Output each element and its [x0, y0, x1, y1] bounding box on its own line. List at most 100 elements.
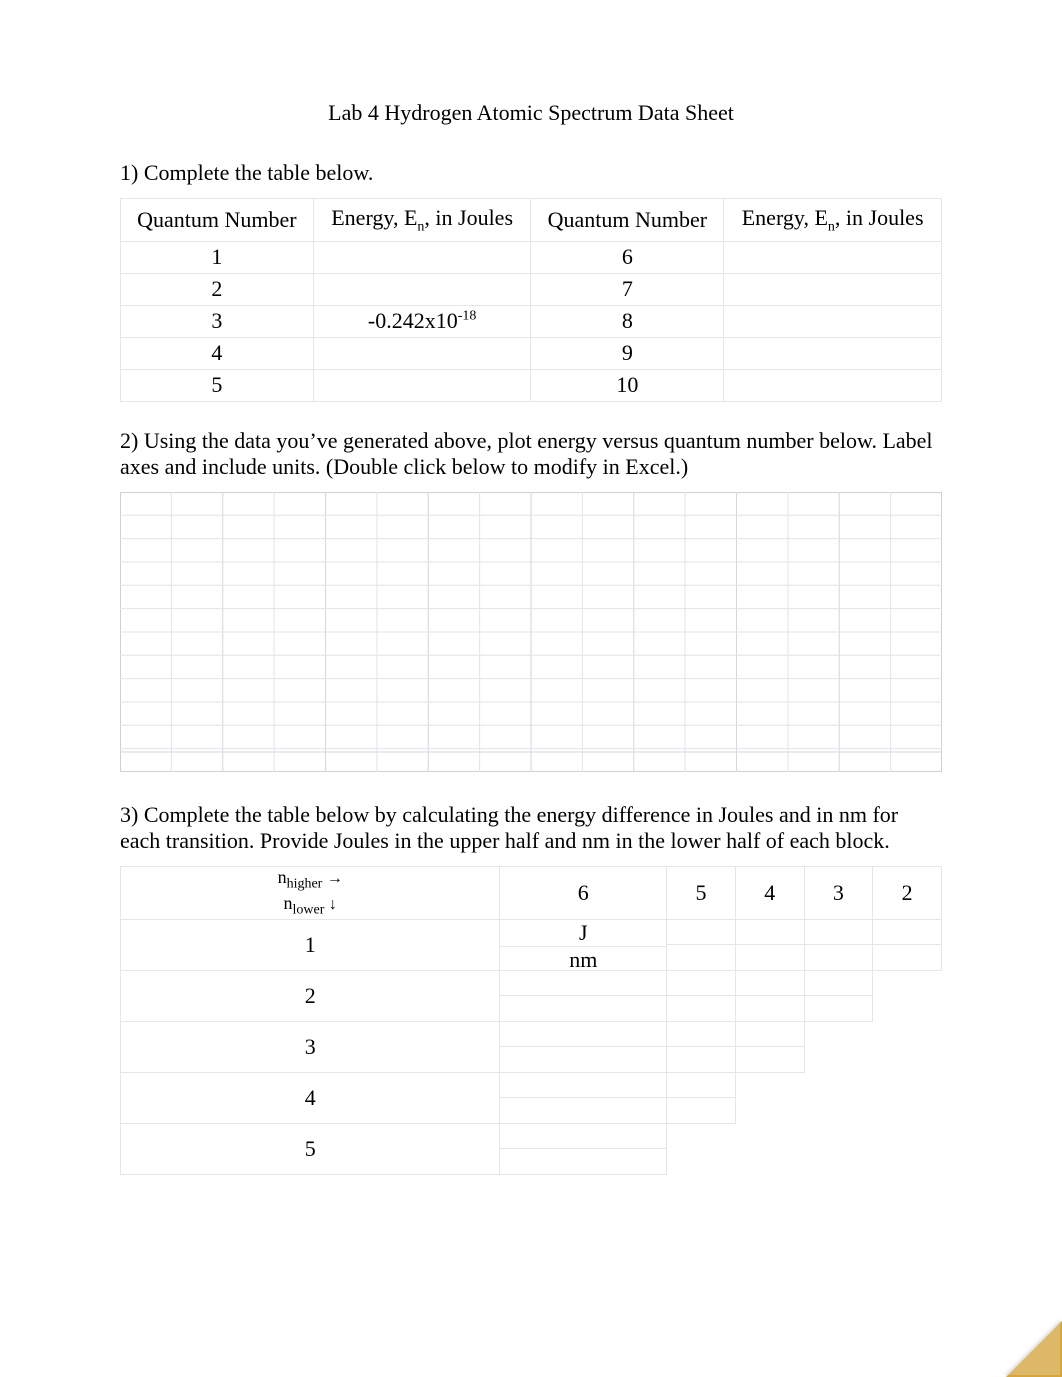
- page: Lab 4 Hydrogen Atomic Spectrum Data Shee…: [0, 0, 1062, 1377]
- chart-grid: [120, 492, 942, 772]
- transition-cell[interactable]: [667, 1021, 736, 1072]
- q2-prompt: 2) Using the data you’ve generated above…: [120, 428, 942, 480]
- n-higher-label-prefix: n: [278, 867, 287, 887]
- page-fold-icon: [1006, 1321, 1062, 1377]
- en-right[interactable]: [724, 242, 942, 274]
- q3-prompt: 3) Complete the table below by calculati…: [120, 802, 942, 854]
- cell-nm: [667, 1046, 735, 1072]
- cell-nm: [667, 1097, 735, 1123]
- transition-cell[interactable]: [500, 1021, 667, 1072]
- cell-nm: [805, 995, 873, 1021]
- row-header: 3: [121, 1021, 500, 1072]
- transition-cell[interactable]: [735, 919, 804, 970]
- transition-cell[interactable]: [667, 919, 736, 970]
- transition-cell[interactable]: [500, 1072, 667, 1123]
- qn-left[interactable]: 3: [121, 306, 314, 338]
- cell-joules: [500, 1073, 666, 1098]
- qn-left[interactable]: 5: [121, 370, 314, 402]
- col-header: 6: [500, 867, 667, 919]
- cell-joules: [736, 1022, 804, 1047]
- cell-nm: [667, 944, 735, 970]
- blank-cell: [873, 1072, 942, 1123]
- en-left[interactable]: [313, 274, 531, 306]
- q1-prompt: 1) Complete the table below.: [120, 160, 942, 186]
- energy-label-left-suffix: , in Joules: [424, 205, 513, 230]
- cell-nm: [500, 1097, 666, 1123]
- arrow-down-icon: ↓: [329, 896, 337, 913]
- transition-cell[interactable]: [804, 970, 873, 1021]
- cell-joules: [873, 920, 941, 945]
- transition-cell[interactable]: J nm: [500, 919, 667, 970]
- chart-placeholder[interactable]: [120, 492, 942, 772]
- transition-cell[interactable]: [804, 919, 873, 970]
- blank-cell: [804, 1123, 873, 1174]
- blank-cell: [735, 1123, 804, 1174]
- arrow-right-icon: →: [327, 870, 343, 887]
- cell-nm: [500, 995, 666, 1021]
- qn-right[interactable]: 6: [531, 242, 724, 274]
- cell-joules: [667, 1073, 735, 1098]
- transition-table: nhigher → nlower ↓ 6 5 4 3 2 1 J nm: [120, 866, 942, 1174]
- transition-cell[interactable]: [735, 970, 804, 1021]
- table-row: 4: [121, 1072, 942, 1123]
- cell-nm: [500, 1148, 666, 1174]
- transition-cell[interactable]: [500, 1123, 667, 1174]
- en-left[interactable]: [313, 370, 531, 402]
- cell-joules: [736, 971, 804, 996]
- transition-cell[interactable]: [873, 919, 942, 970]
- cell-joules: [500, 1022, 666, 1047]
- qn-right[interactable]: 9: [531, 338, 724, 370]
- n-higher-sub: higher: [287, 877, 323, 892]
- cell-nm: [805, 944, 873, 970]
- document-title: Lab 4 Hydrogen Atomic Spectrum Data Shee…: [120, 100, 942, 126]
- qn-left[interactable]: 2: [121, 274, 314, 306]
- energy-label-right-sub: n: [828, 219, 835, 234]
- cell-joules: [500, 1124, 666, 1149]
- table-row: 2 7: [121, 274, 942, 306]
- en-value-sup: -18: [458, 309, 477, 324]
- blank-cell: [804, 1072, 873, 1123]
- row-header: 5: [121, 1123, 500, 1174]
- blank-cell: [667, 1123, 736, 1174]
- cell-joules: [667, 1022, 735, 1047]
- en-right[interactable]: [724, 338, 942, 370]
- qn-right[interactable]: 8: [531, 306, 724, 338]
- cell-nm: [736, 995, 804, 1021]
- table-row: 4 9: [121, 338, 942, 370]
- blank-cell: [804, 1021, 873, 1072]
- transition-cell[interactable]: [667, 970, 736, 1021]
- blank-cell: [735, 1072, 804, 1123]
- en-left[interactable]: [313, 242, 531, 274]
- en-right[interactable]: [724, 306, 942, 338]
- qn-left[interactable]: 1: [121, 242, 314, 274]
- cell-joules: [667, 971, 735, 996]
- cell-joules: [736, 920, 804, 945]
- qn-right[interactable]: 7: [531, 274, 724, 306]
- cell-nm: [736, 944, 804, 970]
- transition-cell[interactable]: [500, 970, 667, 1021]
- cell-nm: [873, 944, 941, 970]
- table-row: 1 J nm: [121, 919, 942, 970]
- en-right[interactable]: [724, 274, 942, 306]
- transition-cell[interactable]: [667, 1072, 736, 1123]
- blank-cell: [873, 1123, 942, 1174]
- qn-right[interactable]: 10: [531, 370, 724, 402]
- col-header-energy-left: Energy, En, in Joules: [313, 199, 531, 242]
- table-row: Quantum Number Energy, En, in Joules Qua…: [121, 199, 942, 242]
- col-header-quantum-left: Quantum Number: [121, 199, 314, 242]
- cell-nm: [500, 1046, 666, 1072]
- transition-cell[interactable]: [735, 1021, 804, 1072]
- table-row: 5 10: [121, 370, 942, 402]
- blank-cell: [873, 970, 942, 1021]
- en-left[interactable]: -0.242x10-18: [313, 306, 531, 338]
- blank-cell: [873, 1021, 942, 1072]
- en-value-prefix: -0.242x10: [368, 308, 458, 333]
- col-header-energy-right: Energy, En, in Joules: [724, 199, 942, 242]
- table-row: 5: [121, 1123, 942, 1174]
- table-row: 2: [121, 970, 942, 1021]
- energy-label-left-prefix: Energy, E: [331, 205, 417, 230]
- qn-left[interactable]: 4: [121, 338, 314, 370]
- en-right[interactable]: [724, 370, 942, 402]
- en-left[interactable]: [313, 338, 531, 370]
- col-header: 3: [804, 867, 873, 919]
